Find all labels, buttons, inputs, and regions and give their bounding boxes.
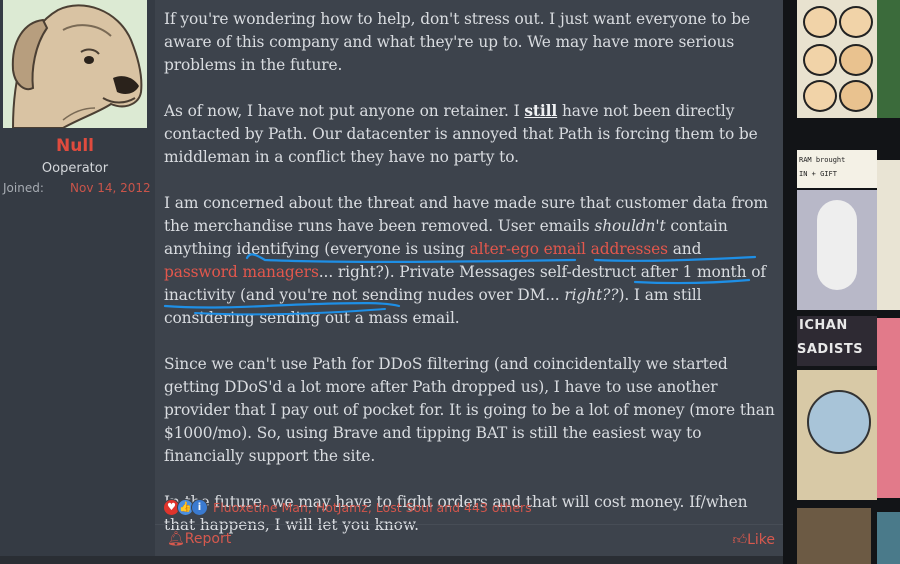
info-icon[interactable]: i <box>191 498 208 516</box>
paragraph-text: Since we can't use Path for DDoS filteri… <box>164 355 775 465</box>
bell-icon: 🔔︎ <box>167 531 185 547</box>
collage-caption: RAM brought <box>799 156 846 164</box>
forum-post-page: Null Ooperator Joined: Nov 14, 2012 If y… <box>0 0 900 564</box>
avatar[interactable] <box>3 0 147 128</box>
reactions-bar[interactable]: ♥ 👍 i Fluoxetine Man, HotJamz, Lost Soul… <box>163 498 532 516</box>
collage-panel <box>797 508 871 564</box>
collage-title: ICHAN <box>799 318 848 333</box>
post-body: If you're wondering how to help, don't s… <box>164 8 776 560</box>
paragraph-text: and <box>667 240 702 258</box>
like-button[interactable]: 👍︎Like <box>732 531 775 548</box>
reaction-names[interactable]: Fluoxetine Man, HotJamz, Lost Soul and 4… <box>213 500 532 515</box>
report-button[interactable]: 🔔︎Report <box>167 531 231 547</box>
collage-panel <box>877 512 900 564</box>
collage-title: SADISTS <box>797 342 864 357</box>
bottom-bar <box>0 556 783 564</box>
user-title: Ooperator <box>41 161 109 176</box>
collage-panel <box>877 318 900 498</box>
thumbs-up-outline-icon: 👍︎ <box>732 532 748 548</box>
post-content: If you're wondering how to help, don't s… <box>155 0 783 564</box>
joined-date: Nov 14, 2012 <box>70 181 151 195</box>
background-collage: RAM brought IN + GIFT ICHAN SADISTS <box>783 0 900 564</box>
link-alter-ego-email[interactable]: alter-ego email addresses <box>470 240 668 258</box>
paragraph-text: If you're wondering how to help, don't s… <box>164 10 750 74</box>
user-info-panel: Null Ooperator Joined: Nov 14, 2012 <box>0 0 155 564</box>
paragraph: If you're wondering how to help, don't s… <box>164 8 776 77</box>
paragraph: As of now, I have not put anyone on reta… <box>164 100 776 169</box>
collage-panel <box>877 0 900 118</box>
collage-panel <box>797 370 877 500</box>
collage-panel <box>797 0 877 118</box>
post-actions: 🔔︎Report 👍︎Like <box>155 524 783 555</box>
paragraph-text: As of now, I have not put anyone on reta… <box>164 102 525 120</box>
paragraph: Since we can't use Path for DDoS filteri… <box>164 353 776 468</box>
italic-text: shouldn't <box>594 217 666 235</box>
collage-panel <box>877 160 900 310</box>
collage-panel: RAM brought IN + GIFT <box>797 150 877 188</box>
username[interactable]: Null <box>0 136 150 156</box>
like-label: Like <box>747 532 775 548</box>
collage-panel: ICHAN SADISTS <box>797 316 877 366</box>
bold-text: still <box>524 102 558 120</box>
link-password-managers[interactable]: password managers <box>164 263 319 281</box>
italic-text: right?? <box>564 286 619 304</box>
collage-caption: IN + GIFT <box>799 170 837 178</box>
paragraph: I am concerned about the threat and have… <box>164 192 776 330</box>
joined-label: Joined: <box>3 181 44 195</box>
collage-panel <box>797 190 877 310</box>
report-label: Report <box>184 531 232 547</box>
